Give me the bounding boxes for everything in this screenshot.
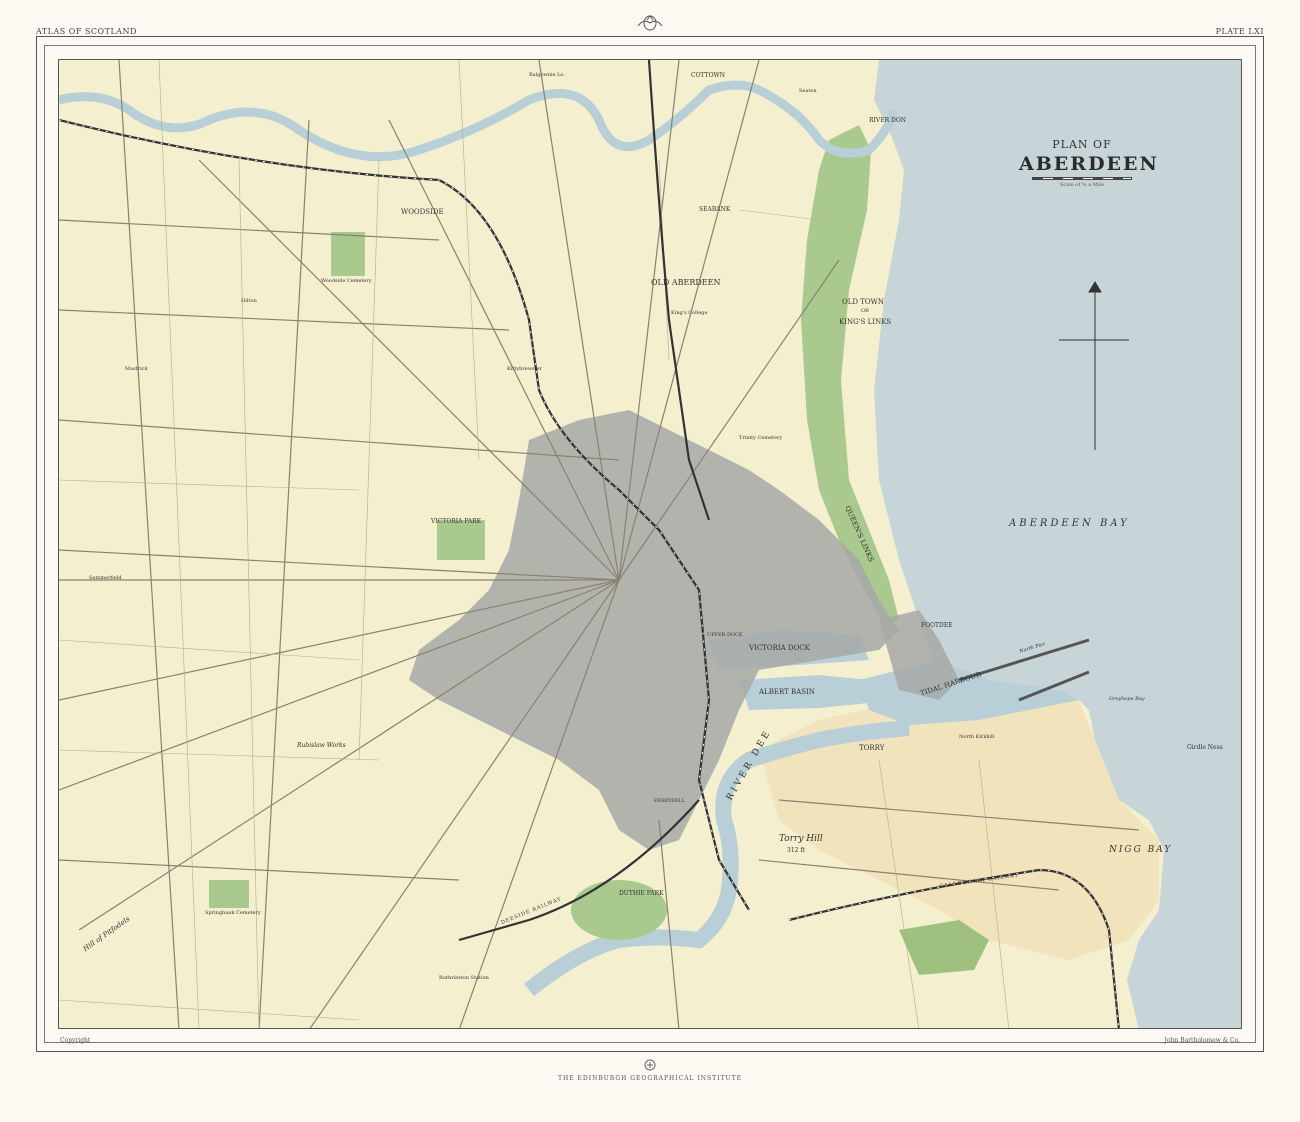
plate-number: PLATE LXI	[1215, 27, 1264, 36]
label-ferryhill: FERRYHILL	[654, 798, 685, 804]
label-victoria-park: VICTORIA PARK	[431, 518, 482, 525]
label-woodside: WOODSIDE	[401, 208, 444, 216]
atlas-title: ATLAS OF SCOTLAND	[36, 27, 137, 36]
label-old-town: OLD TOWN	[842, 298, 884, 306]
label-greyhope-bay: Greyhope Bay	[1109, 696, 1145, 702]
map-labels: ABERDEEN BAY NIGG BAY RIVER DON RIVER DE…	[59, 60, 1241, 1028]
label-mastrick: Mastrick	[125, 366, 148, 372]
label-queens-links: QUEEN'S LINKS	[843, 504, 876, 564]
label-victoria-dock: VICTORIA DOCK	[749, 644, 810, 652]
label-balgownie: Balgownie Lo.	[529, 72, 565, 78]
publisher-emblem-icon	[644, 1059, 656, 1071]
label-hill-of-pitfodels: Hill of Pitfodels	[81, 914, 132, 954]
label-north-pier: North Pier	[1018, 641, 1047, 655]
label-seaton: Seaton	[799, 88, 817, 94]
label-girdle-ness: Girdle Ness	[1187, 744, 1223, 751]
label-kings-links: KING'S LINKS	[839, 318, 892, 326]
label-hilton: Hilton	[241, 298, 257, 304]
label-deeside-railway: DEESIDE RAILWAY	[500, 896, 563, 926]
label-woodside-cemetery: Woodside Cemetery	[321, 278, 372, 284]
copyright-note: Copyright	[60, 1037, 91, 1044]
map-scale-note: Scale of ¼ a Mile	[1059, 182, 1105, 188]
label-kittybrewster: Kittybrewster	[507, 366, 542, 372]
label-or: OR	[861, 308, 869, 314]
label-tidal-harbour: TIDAL HARBOUR	[919, 670, 983, 698]
label-albert-basin: ALBERT BASIN	[759, 688, 815, 696]
label-seabank: SEABANK	[699, 206, 731, 213]
label-summerfield: Summerfield	[89, 575, 122, 581]
label-springbank-cemetery: Springbank Cemetery	[205, 910, 261, 916]
label-torry-hill: Torry Hill	[779, 834, 823, 844]
label-kings-college: King's College	[671, 310, 708, 316]
map-area: ABERDEEN BAY NIGG BAY RIVER DON RIVER DE…	[58, 59, 1242, 1029]
label-river-dee: RIVER DEE	[724, 727, 774, 803]
label-torry-hill-height: 312 ft	[787, 847, 805, 854]
label-cottown: COTTOWN	[691, 72, 725, 79]
label-river-don: RIVER DON	[869, 117, 907, 124]
label-north-kirkhill: North Kirkhill	[959, 734, 995, 740]
map-title-plan: PLAN OF	[1052, 138, 1112, 151]
label-trinity-cemetery: Trinity Cemetery	[739, 435, 783, 441]
map-title-city: ABERDEEN	[1019, 153, 1159, 175]
label-caledonian-railway: CALEDONIAN RAILWAY	[938, 872, 1020, 890]
engraver-credit: John Bartholomew & Co.	[1164, 1037, 1240, 1044]
label-ruthrieston-station: Ruthrieston Station	[439, 975, 489, 981]
crest-emblem-icon	[637, 15, 663, 31]
label-nigg-bay: NIGG BAY	[1109, 845, 1173, 855]
publisher-line: THE EDINBURGH GEOGRAPHICAL INSTITUTE	[558, 1075, 742, 1082]
scale-bar	[1032, 177, 1132, 180]
label-torry: TORRY	[859, 744, 885, 752]
label-upper-dock: UPPER DOCK	[707, 632, 743, 638]
map-title-block: PLAN OF ABERDEEN Scale of ¼ a Mile	[1019, 138, 1159, 188]
label-old-aberdeen: OLD ABERDEEN	[651, 278, 721, 287]
label-rubislaw-works: Rubislaw Works	[297, 742, 346, 749]
label-footdee: FOOTDEE	[921, 622, 953, 629]
label-aberdeen-bay: ABERDEEN BAY	[1009, 518, 1130, 529]
map-sheet: ATLAS OF SCOTLAND PLATE LXI ABERDEEN BAY…	[0, 0, 1300, 1122]
label-duthie-park: DUTHIE PARK	[619, 890, 664, 897]
